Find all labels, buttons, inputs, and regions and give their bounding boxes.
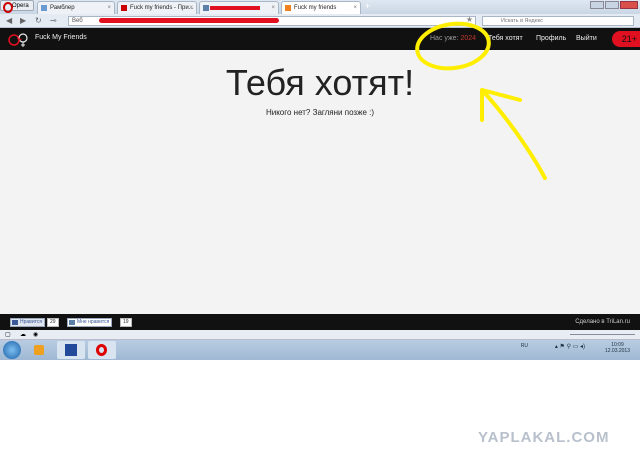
yellow-annotation <box>415 21 547 180</box>
watermark: YAPLAKAL.COM <box>478 429 610 446</box>
